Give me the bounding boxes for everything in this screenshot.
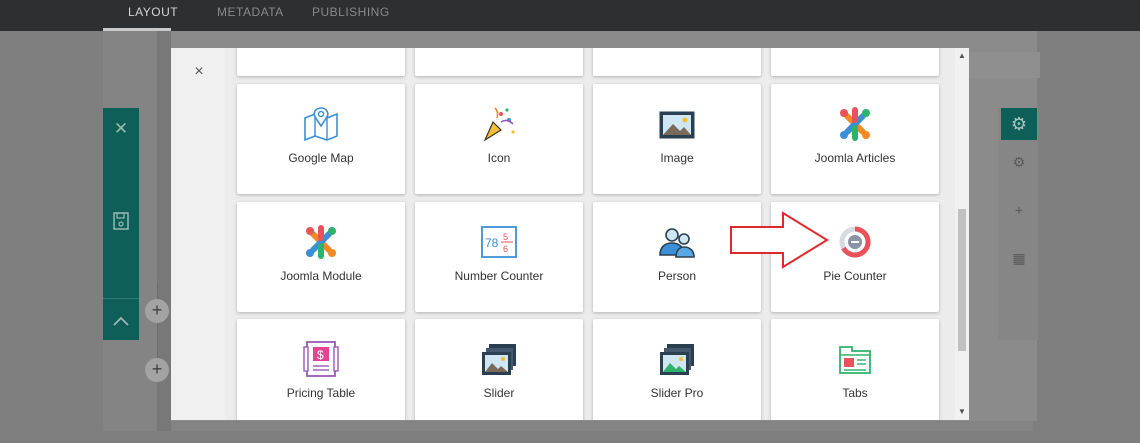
addon-card[interactable] <box>415 48 583 76</box>
counter-digit-bottom: 6 <box>503 244 508 254</box>
addon-icon[interactable]: Icon <box>415 84 583 194</box>
modal-scrollbar[interactable]: ▲ ▼ <box>955 48 969 420</box>
tab-publishing[interactable]: PUBLISHING <box>312 5 390 19</box>
addon-grid: Google Map Icon Image Joomla Articles Jo… <box>225 48 955 420</box>
addon-number-counter[interactable]: 78 5 6 Number Counter <box>415 202 583 312</box>
addon-google-map[interactable]: Google Map <box>237 84 405 194</box>
number-counter-icon: 78 5 6 <box>481 226 517 258</box>
addon-label: Tabs <box>842 386 868 400</box>
panel-divider <box>103 298 139 299</box>
right-tool-strip <box>998 108 1038 340</box>
tabs-icon <box>839 346 871 374</box>
image-icon <box>659 111 695 139</box>
person-icon <box>659 228 695 258</box>
column-settings-icon[interactable]: ⚙ <box>1005 148 1033 176</box>
addon-picker-modal: × Google Map Icon Image Joomla Articles … <box>171 48 969 420</box>
layout-grid-icon[interactable]: ▦ <box>1005 244 1033 272</box>
addon-label: Pricing Table <box>286 386 356 400</box>
addon-pricing-table[interactable]: $ Pricing Table <box>237 319 405 420</box>
close-panel-icon[interactable]: ✕ <box>103 114 139 144</box>
slider-pro-icon <box>660 344 694 375</box>
addon-label: Google Map <box>288 151 354 165</box>
addon-label: Icon <box>487 151 511 165</box>
counter-digit-top: 5 <box>503 232 508 242</box>
add-section-icon[interactable]: + <box>145 358 169 382</box>
scroll-up-arrow-icon[interactable]: ▲ <box>955 49 969 63</box>
pie-counter-icon <box>839 226 871 258</box>
addon-card[interactable] <box>237 48 405 76</box>
addon-image[interactable]: Image <box>593 84 761 194</box>
addon-label: Joomla Module <box>280 269 362 283</box>
addon-joomla-module[interactable]: Joomla Module <box>237 202 405 312</box>
map-icon <box>304 107 338 142</box>
pricing-symbol: $ <box>317 348 324 362</box>
backdrop-chip <box>968 52 1040 78</box>
addon-label: Joomla Articles <box>814 151 896 165</box>
top-bar: LAYOUT METADATA PUBLISHING <box>0 0 1140 31</box>
add-column-icon[interactable]: + <box>1005 196 1033 224</box>
scroll-down-arrow-icon[interactable]: ▼ <box>955 405 969 419</box>
party-popper-icon <box>483 107 515 142</box>
counter-digits: 78 <box>485 236 499 250</box>
tab-layout[interactable]: LAYOUT <box>128 5 178 19</box>
addon-slider[interactable]: Slider <box>415 319 583 420</box>
pricing-table-icon: $ <box>303 341 339 377</box>
save-icon[interactable] <box>103 210 139 240</box>
add-row-icon[interactable]: + <box>145 299 169 323</box>
close-icon[interactable]: × <box>189 62 209 82</box>
chevron-up-icon[interactable] <box>103 306 139 336</box>
slider-icon <box>482 344 516 375</box>
addon-label: Image <box>660 151 694 165</box>
addon-card[interactable] <box>771 48 939 76</box>
joomla-icon <box>306 225 336 259</box>
tab-metadata[interactable]: METADATA <box>217 5 284 19</box>
addon-joomla-articles[interactable]: Joomla Articles <box>771 84 939 194</box>
addon-label: Person <box>657 269 697 283</box>
addon-label: Pie Counter <box>823 269 887 283</box>
joomla-icon <box>840 107 870 141</box>
addon-tabs[interactable]: Tabs <box>771 319 939 420</box>
highlight-arrow <box>730 211 829 269</box>
addon-card[interactable] <box>593 48 761 76</box>
addon-label: Slider <box>483 386 515 400</box>
addon-label: Number Counter <box>454 269 544 283</box>
settings-gear-icon[interactable]: ⚙ <box>1001 108 1037 140</box>
addon-slider-pro[interactable]: Slider Pro <box>593 319 761 420</box>
addon-label: Slider Pro <box>650 386 704 400</box>
modal-sidebar: × <box>171 48 225 420</box>
scroll-thumb[interactable] <box>958 209 966 351</box>
